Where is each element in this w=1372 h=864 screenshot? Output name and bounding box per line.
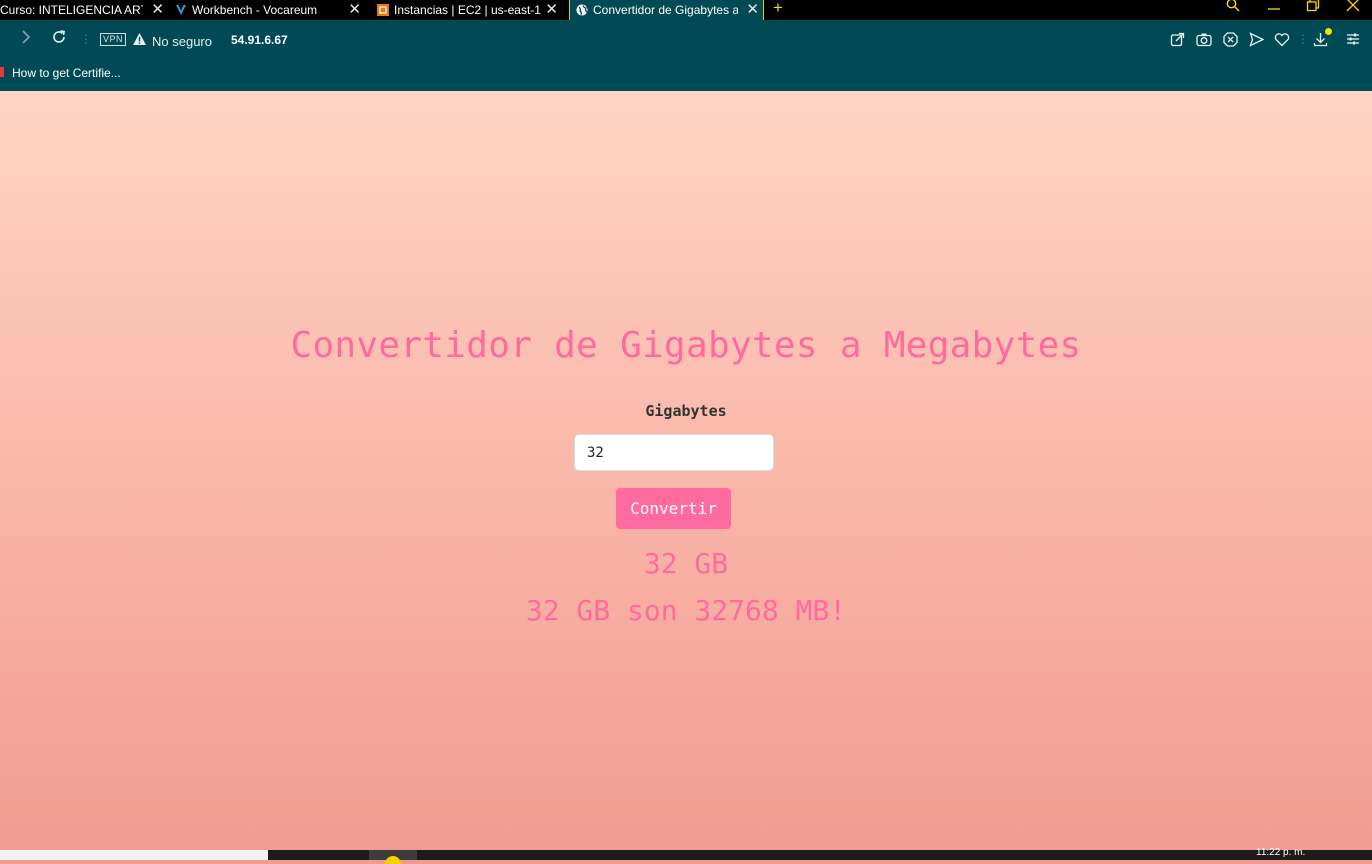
tab-instancias-ec2[interactable]: Instancias | EC2 | us-east-1 ✕	[377, 0, 562, 20]
gigabytes-input[interactable]	[574, 434, 774, 471]
bookmark-favicon-icon	[0, 67, 4, 77]
aws-ec2-icon	[377, 4, 389, 16]
restore-icon[interactable]	[1306, 0, 1320, 17]
minimize-icon[interactable]	[1267, 0, 1281, 17]
browser-toolbar: ⋮ VPN No seguro 54.91.6.67 ⋮	[0, 20, 1372, 60]
taskbar-clock[interactable]: 11:22 p. m.	[1256, 847, 1305, 858]
forward-icon[interactable]	[20, 29, 32, 49]
taskbar-search-box[interactable]	[0, 850, 268, 860]
close-icon[interactable]: ✕	[151, 1, 164, 18]
vpn-badge[interactable]: VPN	[100, 33, 127, 46]
send-icon[interactable]	[1249, 32, 1265, 52]
result-gb: 32 GB	[643, 547, 729, 580]
close-icon[interactable]: ✕	[348, 1, 361, 18]
tab-title: Convertidor de Gigabytes a Megabytes	[593, 3, 738, 17]
security-status[interactable]: No seguro	[152, 34, 212, 49]
globe-icon	[576, 4, 588, 16]
camera-icon[interactable]	[1196, 32, 1212, 52]
tab-title: Instancias | EC2 | us-east-1	[394, 3, 541, 17]
tab-workbench[interactable]: Workbench - Vocareum ✕	[175, 0, 365, 20]
result-message: 32 GB son 32768 MB!	[525, 594, 847, 627]
new-tab-button[interactable]: +	[773, 0, 783, 18]
browser-tab-strip: Curso: INTELIGENCIA ARTIF ✕ Workbench - …	[0, 0, 1372, 20]
search-tabs-icon[interactable]	[1226, 0, 1240, 17]
close-icon[interactable]: ✕	[746, 1, 759, 18]
edit-share-icon[interactable]	[1170, 32, 1185, 52]
reload-icon[interactable]	[51, 29, 67, 49]
page-content: Convertidor de Gigabytes a Megabytes Gig…	[0, 91, 1372, 850]
bookmark-item[interactable]: How to get Certifie...	[12, 66, 121, 80]
os-taskbar: 11:22 p. m.	[0, 847, 1372, 864]
page-title: Convertidor de Gigabytes a Megabytes	[290, 325, 1082, 366]
separator: ⋮	[80, 32, 92, 46]
adblock-icon[interactable]	[1223, 32, 1238, 52]
close-window-icon[interactable]	[1346, 0, 1360, 17]
address-url[interactable]: 54.91.6.67	[231, 33, 288, 47]
warning-icon[interactable]	[132, 32, 147, 51]
heart-icon[interactable]	[1274, 32, 1290, 52]
tab-title: Curso: INTELIGENCIA ARTIF	[0, 3, 143, 17]
easy-setup-icon[interactable]	[1346, 32, 1360, 51]
tab-title: Workbench - Vocareum	[192, 3, 318, 17]
download-notification-dot	[1325, 28, 1332, 35]
gigabytes-label: Gigabytes	[645, 402, 727, 420]
convert-button[interactable]: Convertir	[616, 488, 731, 529]
tab-curso[interactable]: Curso: INTELIGENCIA ARTIF ✕	[0, 0, 168, 20]
bookmarks-bar: How to get Certifie...	[0, 60, 1372, 91]
close-icon[interactable]: ✕	[545, 1, 558, 18]
tab-convertidor[interactable]: Convertidor de Gigabytes a Megabytes ✕	[569, 0, 764, 20]
separator: ⋮	[1297, 32, 1309, 46]
download-icon[interactable]	[1313, 32, 1328, 52]
vocareum-v-icon	[175, 4, 187, 16]
